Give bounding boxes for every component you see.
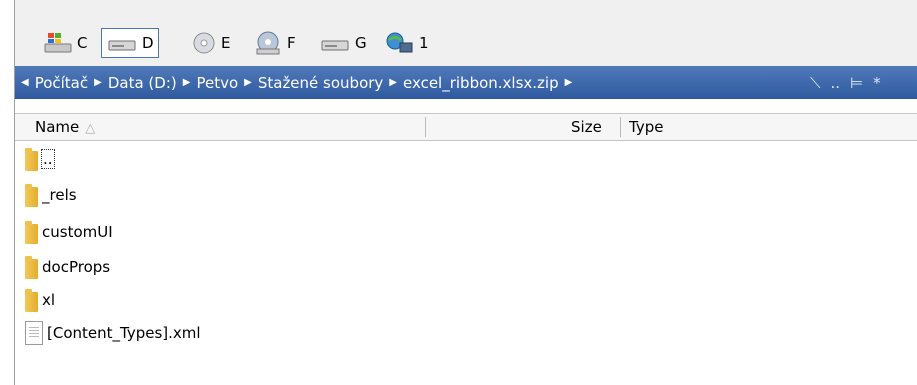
name-column-header[interactable]: Name △ [35,114,95,140]
network-icon [386,32,413,53]
list-item[interactable]: customUI [15,215,113,248]
favorites-button[interactable]: * [873,74,881,92]
file-manager-window: C D E F G 1 ◀ Počítač ▶ Data (D:) ▶ Petv… [14,0,917,385]
optical-drive-icon [193,32,215,54]
chevron-right-icon: ▶ [389,77,397,88]
list-item[interactable]: xl [15,283,55,316]
path-bar[interactable]: ◀ Počítač ▶ Data (D:) ▶ Petvo ▶ Stažené … [15,66,917,99]
list-item[interactable]: _rels [15,178,77,211]
drive-g-label: G [355,34,367,52]
file-name: [Content_Types].xml [47,323,201,342]
drive-c-button[interactable]: C [39,28,91,58]
sort-ascending-icon: △ [85,121,96,136]
breadcrumb-item[interactable]: Počítač [35,74,88,92]
drive-e-label: E [221,34,231,52]
drive-1-label: 1 [419,34,429,52]
path-tools: ⟍ .. ⊨ * [810,66,881,99]
folder-icon [25,147,38,171]
drive-g-button[interactable]: G [315,28,371,58]
column-divider[interactable] [425,117,426,137]
cd-drive-icon [256,31,280,55]
breadcrumb-item[interactable]: Stažené soubory [258,74,383,92]
folder-icon [25,220,38,244]
breadcrumb-item[interactable]: excel_ribbon.xlsx.zip [403,74,559,92]
tree-button[interactable]: ⊨ [850,74,863,92]
drive-bar: C D E F G 1 [15,0,917,66]
chevron-right-icon: ▶ [94,77,102,88]
list-item[interactable]: docProps [15,250,110,283]
name-column-label: Name [35,118,80,136]
column-header: Name △ Size Type [15,113,917,141]
file-name: customUI [42,222,113,241]
type-column-header[interactable]: Type [629,114,663,140]
drive-c-label: C [77,34,88,52]
file-name: xl [42,290,56,309]
breadcrumb-item[interactable]: Petvo [196,74,238,92]
document-icon [25,320,43,345]
drive-d-button[interactable]: D [101,28,159,58]
windows-drive-icon [44,33,72,53]
drive-1-button[interactable]: 1 [381,28,433,58]
list-item[interactable]: [Content_Types].xml [15,316,201,349]
root-button[interactable]: ⟍ [810,74,821,92]
breadcrumb[interactable]: ◀ Počítač ▶ Data (D:) ▶ Petvo ▶ Stažené … [21,66,572,99]
column-divider[interactable] [620,117,621,137]
drive-f-button[interactable]: F [251,28,300,58]
chevron-right-icon: ▶ [182,77,191,88]
drive-d-label: D [142,34,154,52]
up-button[interactable]: .. [831,74,841,92]
chevron-right-icon: ▶ [244,77,252,88]
back-arrow-icon[interactable]: ◀ [21,77,29,88]
file-name: docProps [42,257,111,276]
drive-e-button[interactable]: E [187,28,234,58]
hard-drive-icon [321,40,349,51]
file-name: _rels [42,185,77,204]
folder-icon [25,255,38,279]
file-name: .. [41,148,55,169]
folder-icon [25,183,38,207]
drive-f-label: F [287,34,296,52]
list-item[interactable]: .. [15,142,55,175]
folder-icon [25,288,38,312]
chevron-right-icon: ▶ [564,77,573,88]
hard-drive-icon [108,40,136,51]
size-column-header[interactable]: Size [571,114,602,140]
breadcrumb-item[interactable]: Data (D:) [108,74,177,92]
